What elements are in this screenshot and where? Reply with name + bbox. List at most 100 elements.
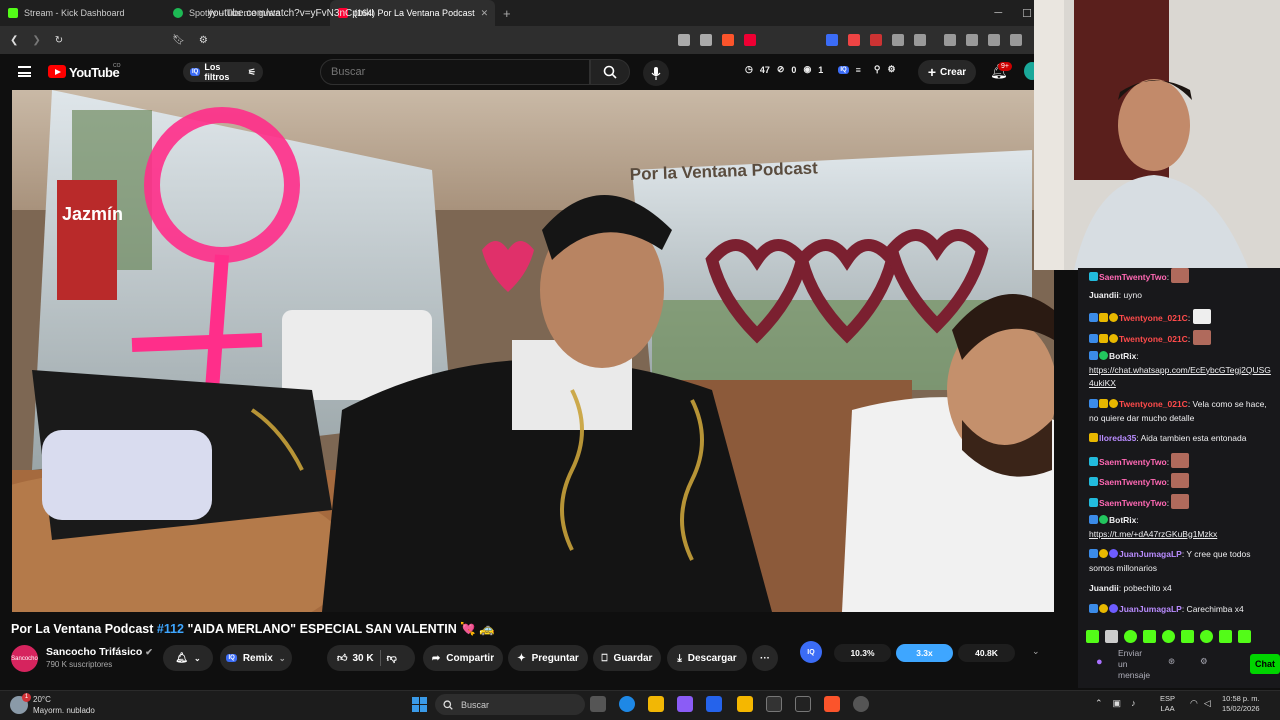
obs-icon[interactable]: [853, 696, 869, 712]
leo-icon[interactable]: [1010, 34, 1022, 46]
settings-icon[interactable]: ⚙: [1200, 656, 1208, 667]
search-button[interactable]: [590, 59, 630, 85]
screen-icon[interactable]: [678, 34, 690, 46]
chat-link[interactable]: https://chat.whatsapp.com/EcEybcGTegj2QU…: [1089, 365, 1271, 389]
file-explorer-icon[interactable]: [590, 696, 606, 712]
wallet-icon[interactable]: [988, 34, 1000, 46]
puzzle-icon[interactable]: [892, 34, 904, 46]
list-icon[interactable]: ≡: [856, 65, 861, 75]
forward-icon[interactable]: ❯: [32, 35, 40, 46]
settings-icon[interactable]: ⚙: [888, 64, 896, 75]
video-player[interactable]: Jazmín Por la Ventana Podcast: [12, 90, 1054, 612]
menu-icon[interactable]: [18, 66, 31, 77]
emote-icon[interactable]: [1162, 630, 1175, 643]
brave-shield-icon[interactable]: [722, 34, 734, 46]
chat-username[interactable]: Juandii: [1089, 583, 1119, 593]
microphone-icon[interactable]: ♪: [1131, 698, 1136, 709]
brave-icon[interactable]: [824, 696, 840, 712]
emote-icon[interactable]: [1200, 630, 1213, 643]
tab-kick[interactable]: Stream - Kick Dashboard: [0, 0, 165, 26]
chat-username[interactable]: BotRix: [1109, 515, 1136, 525]
microphone-icon[interactable]: ●: [1096, 656, 1103, 668]
youtube-logo-text[interactable]: YouTube: [69, 65, 120, 80]
filters-button[interactable]: IQ Los filtros ⚟: [183, 62, 263, 82]
chat-link[interactable]: https://t.me/+dA47rzGKuBg1Mzkx: [1089, 529, 1217, 539]
emote-icon[interactable]: [1219, 630, 1232, 643]
brave-rewards-icon[interactable]: [744, 34, 756, 46]
chat-username[interactable]: JuanJumagaLP: [1119, 604, 1182, 614]
new-tab-button[interactable]: +: [495, 0, 519, 26]
share-page-icon[interactable]: [700, 34, 712, 46]
extension-icon[interactable]: [848, 34, 860, 46]
explorer-icon[interactable]: [737, 696, 753, 712]
start-button[interactable]: [412, 697, 427, 712]
channel-avatar[interactable]: Sancocho: [11, 645, 38, 672]
youtube-logo-icon[interactable]: [48, 65, 66, 78]
chat-username[interactable]: Twentyone_021C: [1119, 334, 1188, 344]
chat-input[interactable]: ● Enviar un mensaje ⊛ ⚙: [1090, 648, 1222, 680]
subscription-bell-button[interactable]: 🔔︎ ⌄: [163, 645, 213, 671]
chat-username[interactable]: SaemTwentyTwo: [1099, 477, 1167, 487]
url-field[interactable]: youtube.com/watch?v=yFvN3nCpmkI: [208, 8, 374, 19]
bookmark-icon[interactable]: 🔖︎: [172, 35, 185, 46]
chat-send-button[interactable]: Chat: [1250, 654, 1280, 674]
extension-icon[interactable]: [870, 34, 882, 46]
share-button[interactable]: ➦ Compartir: [423, 645, 503, 671]
channel-name[interactable]: Sancocho Trifásico ✔: [46, 646, 153, 658]
camera-icon[interactable]: ▣: [1113, 698, 1122, 709]
taskbar-search[interactable]: Buscar: [435, 694, 585, 715]
chat-username[interactable]: BotRix: [1109, 351, 1136, 361]
chat-username[interactable]: SaemTwentyTwo: [1099, 457, 1167, 467]
emote-icon[interactable]: [1086, 630, 1099, 643]
sidebar-icon[interactable]: [966, 34, 978, 46]
taskbar-clock[interactable]: 10:58 p. m. 15/02/2026: [1222, 694, 1260, 714]
minimize-icon[interactable]: ─: [994, 7, 1002, 19]
ask-button[interactable]: ✦ Preguntar: [508, 645, 588, 671]
search-input[interactable]: [320, 59, 590, 85]
emote-icon[interactable]: [1181, 630, 1194, 643]
emote-icon[interactable]: [1105, 630, 1118, 643]
iq-extension-button[interactable]: IQ: [800, 641, 822, 663]
like-button[interactable]: 👍︎ 30 K: [337, 652, 374, 665]
app-icon[interactable]: [795, 696, 811, 712]
chat-username[interactable]: Juandii: [1089, 290, 1119, 300]
weather-widget[interactable]: 20°C Mayorm. nublado: [33, 694, 95, 716]
emote-icon[interactable]: [1238, 630, 1251, 643]
dislike-button[interactable]: 👎︎: [387, 652, 397, 664]
site-info-icon[interactable]: ⚙︎: [199, 35, 208, 46]
chat-username[interactable]: SaemTwentyTwo: [1099, 498, 1167, 508]
hashtag-link[interactable]: #112: [157, 622, 184, 636]
iq-icon[interactable]: IQ: [838, 65, 849, 74]
chat-username[interactable]: lloreda35: [1099, 433, 1136, 443]
remix-button[interactable]: IQ Remix ⌄: [220, 645, 292, 671]
media-icon[interactable]: [914, 34, 926, 46]
music-icon[interactable]: [944, 34, 956, 46]
back-icon[interactable]: ❮: [10, 35, 18, 46]
store-icon[interactable]: [706, 696, 722, 712]
emote-icon[interactable]: [1124, 630, 1137, 643]
close-tab-icon[interactable]: ✕: [481, 8, 489, 19]
chat-username[interactable]: SaemTwentyTwo: [1099, 272, 1167, 282]
emoji-icon[interactable]: ⊛: [1168, 656, 1175, 667]
download-button[interactable]: ⤓ Descargar: [667, 645, 747, 671]
chevron-down-icon[interactable]: ⌄: [1032, 646, 1040, 657]
reload-icon[interactable]: ↻: [55, 35, 63, 46]
chat-username[interactable]: Twentyone_021C: [1119, 399, 1188, 409]
folder-icon[interactable]: [648, 696, 664, 712]
create-button[interactable]: + Crear: [918, 60, 976, 84]
maximize-icon[interactable]: ☐: [1022, 7, 1032, 20]
terminal-icon[interactable]: [766, 696, 782, 712]
edge-icon[interactable]: [619, 696, 635, 712]
more-actions-button[interactable]: ···: [752, 645, 778, 671]
voice-search-button[interactable]: [643, 60, 669, 86]
chat-username[interactable]: Twentyone_021C: [1119, 313, 1188, 323]
chat-username[interactable]: JuanJumagaLP: [1119, 549, 1182, 559]
status-icons[interactable]: ◠ ◁: [1190, 698, 1211, 709]
translate-icon[interactable]: [826, 34, 838, 46]
emote-icon[interactable]: [1143, 630, 1156, 643]
chevron-up-icon[interactable]: ⌃: [1095, 698, 1103, 709]
copilot-icon[interactable]: [677, 696, 693, 712]
tool-icon[interactable]: ⚲: [874, 64, 881, 75]
save-button[interactable]: ⎕ Guardar: [593, 645, 661, 671]
language-indicator[interactable]: ESP LAA: [1160, 694, 1175, 714]
